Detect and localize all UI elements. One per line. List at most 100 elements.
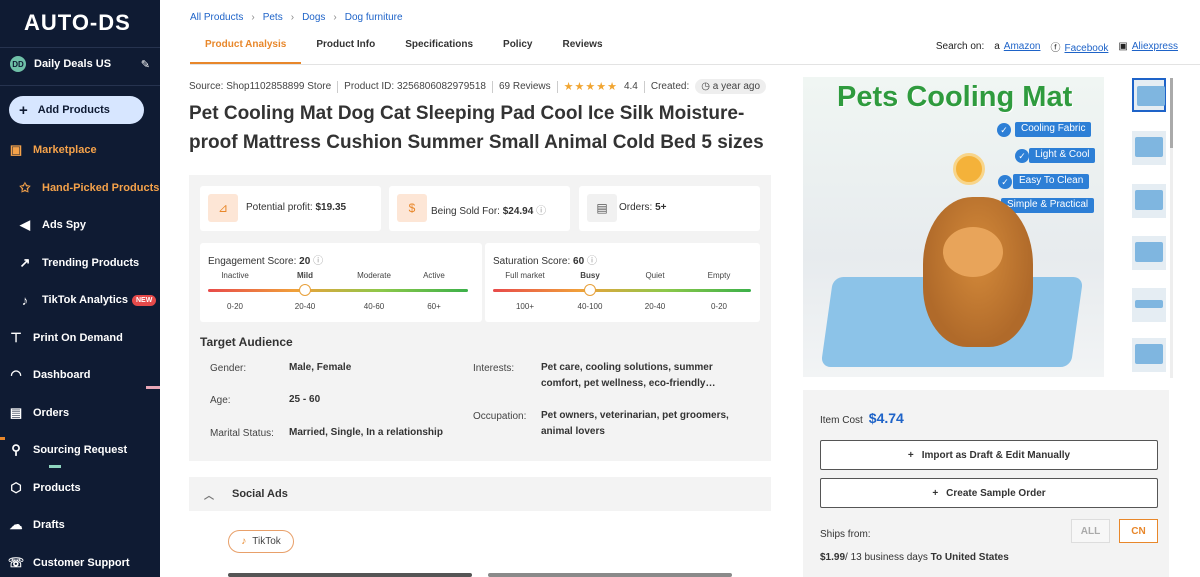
facebook-link[interactable]: ⓕ Facebook [1050,39,1108,54]
breadcrumb-item[interactable]: Pets [263,12,283,23]
info-icon[interactable]: ⓘ [313,256,323,267]
chevron-right-icon: › [333,12,337,23]
engagement-bar [208,289,468,292]
scrollbar-thumb[interactable] [1170,78,1173,148]
feature-tag: Simple & Practical [1001,198,1095,213]
info-icon[interactable]: ⓘ [536,206,546,217]
breadcrumb-item[interactable]: All Products [190,12,243,23]
orders-label: Orders: [619,202,653,213]
created-value: a year ago [712,81,761,92]
sidebar-item-ads-spy[interactable]: ◀ Ads Spy [0,215,160,235]
chart-icon: ⊿ [208,194,238,222]
engagement-level: Moderate [357,271,391,280]
sidebar-item-hand-picked[interactable]: ✩ Hand-Picked Products [0,178,160,198]
autods-logo[interactable]: AUTO-DS [24,10,131,36]
add-products-button[interactable]: + Add Products [9,96,144,124]
box-icon: ⬡ [10,480,22,495]
store-selector[interactable]: DD Daily Deals US ✎ [10,56,150,72]
thumbnail[interactable] [1132,78,1166,112]
rating-stars: ★★★★★ [563,81,618,93]
sidebar-item-marketplace[interactable]: ▣ Marketplace [0,140,160,160]
amazon-link[interactable]: a Amazon [994,41,1040,52]
breadcrumb-item[interactable]: Dogs [302,12,325,23]
sidebar-item-support[interactable]: ☏ Customer Support [0,553,160,573]
check-icon: ✓ [1015,149,1029,163]
thumbnail[interactable] [1132,338,1166,372]
indicator-mark [146,386,160,389]
image-headline: Pets Cooling Mat [837,81,1073,113]
saturation-range: 100+ [515,302,535,311]
item-cost-value: $4.74 [868,410,904,426]
sourcing-icon: ⚲ [11,442,21,457]
saturation-level: Empty [707,271,731,280]
rating-value: 4.4 [623,81,638,92]
create-sample-order-button[interactable]: + Create Sample Order [820,478,1158,508]
sidebar-item-trending[interactable]: ↗ Trending Products [0,253,160,273]
age-value: 25 - 60 [289,394,321,405]
sidebar-item-products[interactable]: ⬡ Products [0,478,160,498]
amazon-label: Amazon [1003,41,1041,52]
info-icon[interactable]: ⓘ [587,256,597,267]
engagement-label: Engagement Score: [208,256,297,267]
shopping-bag-icon: ▣ [9,142,23,157]
thumbnail-scrollbar[interactable] [1170,78,1173,378]
edit-pencil-icon[interactable]: ✎ [141,58,150,71]
import-draft-button[interactable]: + Import as Draft & Edit Manually [820,440,1158,470]
main-content: All Products › Pets › Dogs › Dog furnitu… [160,0,1200,577]
tab-product-info[interactable]: Product Info [301,38,390,64]
product-main-image[interactable]: Pets Cooling Mat ✓ Cooling Fabric ✓ Ligh… [803,77,1104,377]
megaphone-icon: ◀ [20,217,30,232]
engagement-knob [299,284,311,296]
tab-product-analysis[interactable]: Product Analysis [190,38,302,64]
sidebar-item-orders[interactable]: ▤ Orders [0,403,160,423]
thumbnail[interactable] [1132,131,1166,165]
plus-icon: + [19,101,28,119]
sidebar-item-print-on-demand[interactable]: ⊤ Print On Demand [0,328,160,348]
ad-video-thumbnail[interactable] [228,573,472,577]
meta-divider [491,80,493,93]
meta-divider [337,80,339,93]
sidebar-item-dashboard[interactable]: ◠ Dashboard [0,365,160,385]
review-count: 69 Reviews [498,81,551,92]
thumbnail[interactable] [1132,236,1166,270]
tab-specifications[interactable]: Specifications [390,38,488,64]
sidebar-item-drafts[interactable]: ☁ Drafts [0,515,160,535]
thumbnail-image [1135,242,1163,262]
thumbnail[interactable] [1132,288,1166,322]
item-cost-label: Item Cost [820,415,863,426]
thumbnail-image [1135,190,1163,210]
orders-card: ▤ Orders: 5+ [579,186,760,231]
search-on: Search on: a Amazon ⓕ Facebook ▣ Aliexpress [936,39,1178,54]
region-cn-button[interactable]: CN [1119,519,1158,543]
region-all-button[interactable]: ALL [1071,519,1110,543]
drafts-icon: ☁ [9,517,23,532]
sold-label: Being Sold For: [431,206,500,217]
sidebar-item-label: Drafts [33,519,65,531]
tiktok-filter-chip[interactable]: ♪ TikTok [228,530,294,553]
saturation-title: Saturation Score: 60 ⓘ [493,252,597,267]
social-ads-title: Social Ads [232,488,288,500]
saturation-score: 60 [573,256,585,267]
profit-text: Potential profit: $19.35 [246,202,346,213]
sidebar-item-tiktok-analytics[interactable]: ♪ TikTok Analytics NEW [0,290,160,310]
target-audience-title: Target Audience [200,335,293,349]
breadcrumb-item[interactable]: Dog furniture [345,12,403,23]
check-icon: ✓ [998,175,1012,189]
created-label: Created: [650,81,690,92]
ship-price: $1.99 [820,552,846,563]
tiktok-icon: ♪ [241,536,247,547]
feature-tag: Cooling Fabric [1015,122,1092,137]
ad-video-thumbnail[interactable] [488,573,732,577]
profit-value: $19.35 [315,202,347,213]
thumbnail[interactable] [1132,184,1166,218]
search-on-label: Search on: [935,41,985,52]
tab-policy[interactable]: Policy [488,38,547,64]
aliexpress-link[interactable]: ▣ Aliexpress [1118,41,1178,52]
tab-reviews[interactable]: Reviews [548,38,618,64]
sidebar-item-sourcing[interactable]: ⚲ Sourcing Request [0,440,160,460]
marital-value: Married, Single, In a relationship [289,427,443,438]
saturation-level: Busy [580,271,600,280]
social-ads-header[interactable]: ︿ Social Ads [189,477,771,511]
plus-icon: + [907,449,914,461]
sidebar-item-label: Products [33,482,81,494]
